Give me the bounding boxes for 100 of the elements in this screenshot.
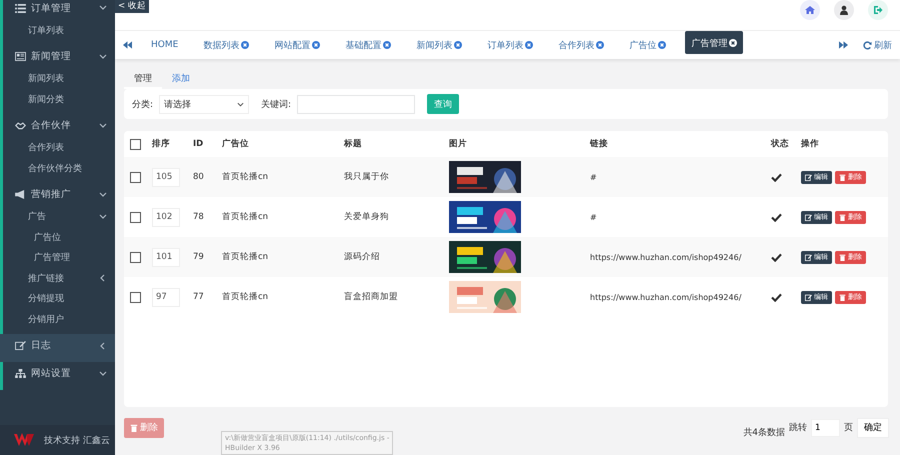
page-tab[interactable]: 广告位: [623, 34, 672, 56]
sidebar-item[interactable]: 分销提现: [3, 288, 115, 309]
sidebar-item[interactable]: 广告位: [3, 227, 115, 248]
sort-field[interactable]: 105: [152, 168, 180, 186]
table-cell-text: https://www.huzhan.com/ishop49246/: [590, 292, 742, 302]
sidebar-item[interactable]: 新闻列表: [3, 68, 115, 89]
page-tab[interactable]: 订单列表: [481, 34, 540, 56]
list-icon: [15, 4, 26, 12]
column-header: 链接: [590, 138, 609, 150]
table-cell-text: 77: [193, 292, 205, 302]
column-header: 状态: [771, 138, 790, 150]
sidebar-item[interactable]: 分销用户: [3, 309, 115, 330]
table-cell-text: #: [590, 172, 598, 182]
table-cell-text: #: [590, 212, 598, 222]
chevron-down-icon: [99, 370, 107, 378]
table-cell-text: 源码介绍: [344, 251, 381, 263]
table-cell-text: 78: [193, 212, 205, 222]
sub-tab[interactable]: 添加: [162, 69, 200, 89]
column-header: 广告位: [222, 138, 250, 150]
logout-icon: [873, 5, 883, 15]
sidebar-item[interactable]: 推广链接: [3, 268, 115, 288]
table-cell-text: 79: [193, 252, 205, 262]
table-cell-text: 首页轮播cn: [222, 211, 270, 223]
chevron-down-icon: [237, 100, 244, 108]
sort-field[interactable]: 101: [152, 248, 180, 266]
sidebar-item[interactable]: 新闻分类: [3, 89, 115, 110]
row-checkbox[interactable]: [130, 172, 141, 182]
jump-label: 跳转: [789, 422, 807, 434]
table-cell-text: 80: [193, 172, 205, 182]
edit-icon: [805, 214, 812, 220]
close-icon[interactable]: [729, 39, 738, 47]
row-checkbox[interactable]: [130, 212, 141, 222]
page-tab[interactable]: 基础配置: [339, 34, 398, 56]
scroll-left-icon[interactable]: [123, 41, 132, 49]
sidebar-group[interactable]: 营销推广: [3, 182, 115, 206]
logout-button[interactable]: [868, 0, 888, 20]
page-tab[interactable]: HOME: [145, 36, 184, 54]
sidebar-group[interactable]: 合作伙伴: [3, 114, 115, 138]
user-icon: [839, 5, 849, 15]
page-tab[interactable]: 网站配置: [268, 34, 326, 56]
refresh-button[interactable]: 刷新: [863, 38, 892, 52]
footer-text: 技术支持 汇鑫云: [44, 434, 110, 446]
sidebar-item[interactable]: 订单列表: [3, 20, 115, 40]
trash-icon: [130, 424, 138, 432]
chevron-down-icon: [99, 190, 107, 198]
column-header: 操作: [801, 138, 820, 150]
page-tab[interactable]: 合作列表: [552, 34, 610, 56]
sort-field[interactable]: 102: [152, 208, 180, 226]
sidebar-group[interactable]: 网站设置: [3, 362, 115, 386]
user-button[interactable]: [834, 0, 854, 20]
column-header: ID: [193, 139, 204, 149]
table-cell-text: 首页轮播cn: [222, 291, 270, 303]
sort-field[interactable]: 97: [152, 288, 180, 306]
page-unit: 页: [844, 422, 853, 434]
sidebar-item[interactable]: 合作伙伴分类: [3, 158, 115, 178]
sidebar-group[interactable]: 订单管理: [3, 0, 115, 20]
keyword-field[interactable]: [297, 94, 416, 114]
page-tab[interactable]: 新闻列表: [410, 34, 468, 56]
page-tab[interactable]: 广告管理: [685, 30, 744, 54]
total-count: 共4条数据: [743, 426, 785, 439]
sitemap-icon: [15, 369, 26, 378]
home-icon: [805, 5, 815, 15]
logo-icon: [14, 433, 34, 447]
chevron-down-icon: [99, 122, 107, 130]
edit-icon: [15, 341, 26, 350]
edit-icon: [805, 254, 812, 260]
chevron-down-icon: [99, 4, 107, 12]
trash-icon: [839, 214, 846, 220]
edit-icon: [805, 294, 812, 300]
home-button[interactable]: [800, 0, 820, 20]
scroll-right-icon[interactable]: [839, 41, 848, 49]
newspaper-icon: [15, 52, 26, 61]
confirm-button[interactable]: 确定: [857, 418, 889, 438]
row-checkbox[interactable]: [130, 252, 141, 262]
table-cell-text: 我只属于你: [344, 171, 390, 183]
page-field[interactable]: 1: [811, 418, 840, 436]
sidebar-item[interactable]: 合作列表: [3, 138, 115, 158]
category-select[interactable]: 请选择: [159, 94, 250, 114]
trash-icon: [839, 254, 846, 260]
chevron-down-icon: [99, 212, 107, 221]
table-cell-text: https://www.huzhan.com/ishop49246/: [590, 252, 742, 262]
page-tab[interactable]: 数据列表: [197, 34, 256, 56]
column-header: 图片: [449, 138, 468, 150]
category-label: 分类:: [132, 98, 154, 110]
trash-icon: [839, 174, 846, 180]
column-header: 排序: [152, 138, 171, 150]
sidebar-item[interactable]: 广告管理: [3, 248, 115, 268]
select-all-checkbox[interactable]: [130, 138, 141, 150]
sidebar-group[interactable]: 新闻管理: [3, 44, 115, 68]
trash-icon: [839, 294, 846, 300]
bullhorn-icon: [15, 190, 26, 199]
chevron-left-icon: [99, 274, 107, 282]
sidebar-item[interactable]: 广告: [3, 206, 115, 227]
row-checkbox[interactable]: [130, 292, 141, 302]
table-cell-text: 首页轮播cn: [222, 171, 270, 183]
table-cell-text: 关爱单身狗: [344, 211, 390, 223]
collapse-button[interactable]: < 收起: [115, 0, 149, 13]
keyword-label: 关键词:: [261, 98, 292, 110]
column-header: 标题: [344, 138, 363, 150]
chevron-left-icon: [99, 342, 107, 350]
